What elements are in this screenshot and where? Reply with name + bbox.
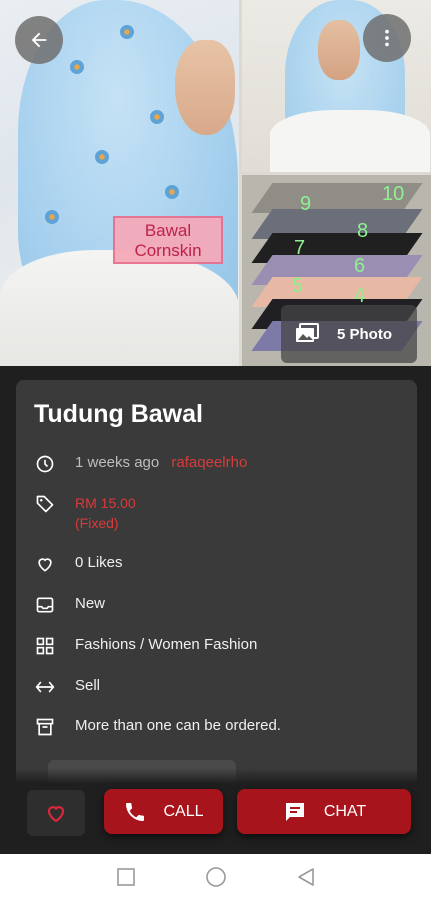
- flower-pattern: [45, 210, 59, 224]
- model-shirt-image: [0, 250, 239, 366]
- flower-pattern: [150, 110, 164, 124]
- brand-tag: Bawal Cornskin: [113, 216, 223, 264]
- tag-icon: [34, 493, 56, 515]
- model-face-image-secondary: [318, 20, 360, 80]
- swap-arrows-icon: [34, 676, 56, 698]
- inbox-icon: [34, 594, 56, 616]
- price-value: RM 15.00: [75, 495, 136, 511]
- listing-type-row: Sell: [34, 676, 100, 698]
- likes-count: 0 Likes: [75, 554, 123, 571]
- call-button[interactable]: CALL: [104, 789, 223, 834]
- archive-box-icon: [34, 716, 56, 738]
- nav-back-triangle-icon[interactable]: [297, 867, 315, 887]
- condition-row: New: [34, 594, 105, 616]
- category-grid-icon: [34, 635, 56, 657]
- price-row: RM 15.00 (Fixed): [34, 493, 136, 533]
- heart-icon: [47, 806, 65, 823]
- photo-gallery[interactable]: Bawal Cornskin 9 10 8 7 6 5 4 5 Photo: [0, 0, 431, 366]
- nav-circle-icon[interactable]: [205, 866, 227, 888]
- flower-pattern: [70, 60, 84, 74]
- variant-number: 5: [292, 275, 304, 297]
- posted-row: 1 weeks ago rafaqeelrho: [34, 453, 247, 475]
- photo-gallery-icon: [296, 323, 319, 342]
- chat-button[interactable]: CHAT: [237, 789, 411, 834]
- call-label: CALL: [163, 802, 204, 820]
- listing-title: Tudung Bawal: [34, 400, 203, 428]
- photo-count-label: 5 Photo: [337, 325, 392, 343]
- system-nav-bar: [0, 854, 431, 900]
- model-face-image: [175, 40, 235, 135]
- chat-icon: [285, 802, 304, 821]
- listing-type-value: Sell: [75, 677, 101, 694]
- variant-number: 7: [294, 237, 306, 259]
- flower-pattern: [165, 185, 179, 199]
- variant-number: 9: [300, 193, 312, 215]
- category-value[interactable]: Fashions / Women Fashion: [75, 635, 257, 655]
- flower-pattern: [120, 25, 134, 39]
- more-vert-icon: [385, 29, 389, 47]
- clock-icon: [34, 453, 56, 475]
- variant-number: 8: [357, 220, 369, 242]
- photo-count-badge[interactable]: 5 Photo: [281, 305, 417, 363]
- phone-icon: [126, 802, 145, 821]
- nav-square-icon[interactable]: [116, 868, 135, 886]
- quantity-note: More than one can be ordered.: [75, 717, 281, 734]
- back-button[interactable]: [15, 16, 63, 64]
- variant-number: 10: [382, 183, 405, 205]
- more-options-button[interactable]: [363, 14, 411, 62]
- variant-number: 6: [354, 255, 366, 277]
- favorite-button[interactable]: [27, 790, 85, 836]
- quantity-row: More than one can be ordered.: [34, 716, 281, 738]
- model-shirt-image-secondary: [270, 110, 430, 172]
- condition-value: New: [75, 595, 106, 612]
- back-arrow-icon: [31, 32, 47, 48]
- price-type: (Fixed): [75, 515, 119, 531]
- posted-time: 1 weeks ago: [75, 454, 160, 471]
- chat-label: CHAT: [323, 802, 367, 820]
- heart-outline-icon: [34, 553, 56, 575]
- likes-row: 0 Likes: [34, 553, 123, 575]
- flower-pattern: [95, 150, 109, 164]
- seller-link[interactable]: rafaqeelrho: [171, 454, 247, 471]
- category-row: Fashions / Women Fashion: [34, 635, 257, 657]
